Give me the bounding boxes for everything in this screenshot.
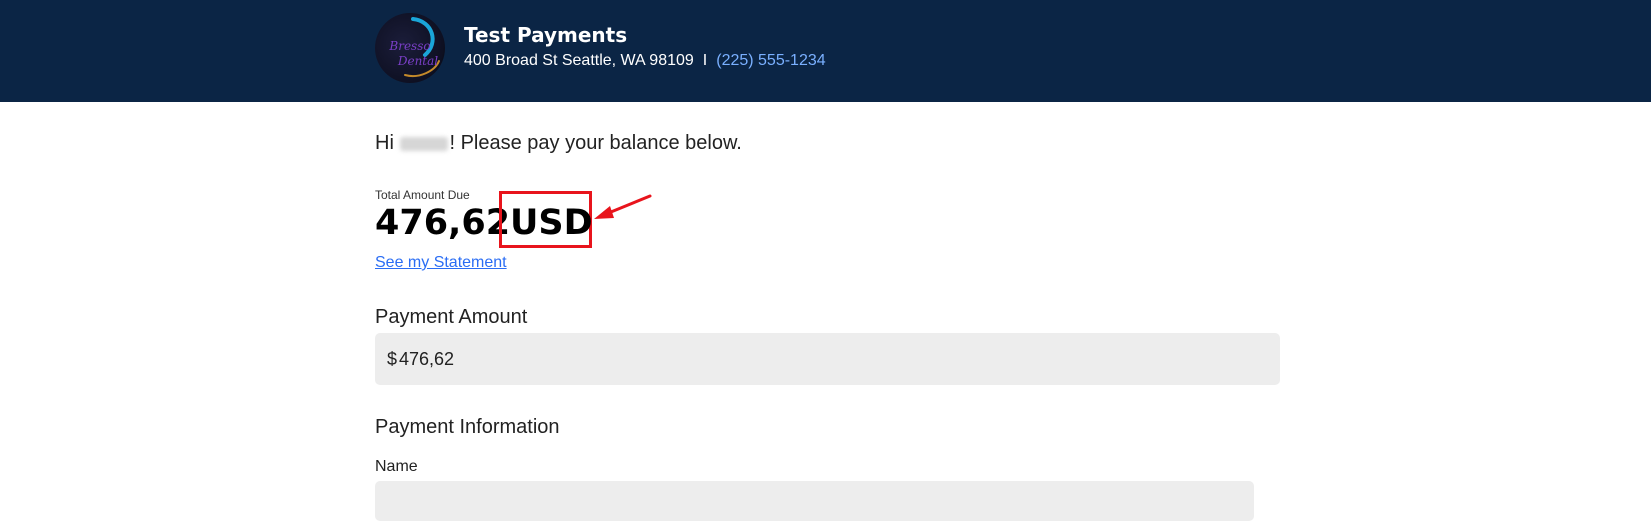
logo-text-line2: Dental [397,54,439,68]
payment-amount-field[interactable]: $ 476,62 [375,333,1280,385]
greeting-suffix: ! Please pay your balance below. [449,132,742,154]
total-amount-label: Total Amount Due [375,188,470,202]
payment-amount-title: Payment Amount [375,306,528,328]
payment-information-title: Payment Information [375,416,560,438]
redacted-patient-name [400,136,449,151]
phone-link[interactable]: (225) 555-1234 [716,52,825,69]
see-statement-link[interactable]: See my Statement [375,254,507,272]
currency-code: USD [510,203,593,243]
contact-separator: I [702,52,708,69]
red-arrow-icon [594,194,652,219]
practice-contact: 400 Broad St Seattle, WA 98109 I (225) 555… [464,52,826,70]
name-input[interactable] [375,481,1254,521]
logo-text-line1: Bresso [389,39,431,53]
greeting-text: Hi ! Please pay your balance below. [375,132,742,155]
practice-address: 400 Broad St Seattle, WA 98109 [464,52,694,69]
total-amount-value: 476,62 [375,203,511,243]
greeting-prefix: Hi [375,132,394,154]
page-header: Bresso Dental Test Payments 400 Broad St… [0,0,1651,102]
dollar-sign: $ [387,348,398,369]
practice-name: Test Payments [464,23,628,47]
payment-amount-value[interactable]: 476,62 [399,349,454,370]
name-label: Name [375,458,418,475]
practice-logo: Bresso Dental [375,13,445,83]
